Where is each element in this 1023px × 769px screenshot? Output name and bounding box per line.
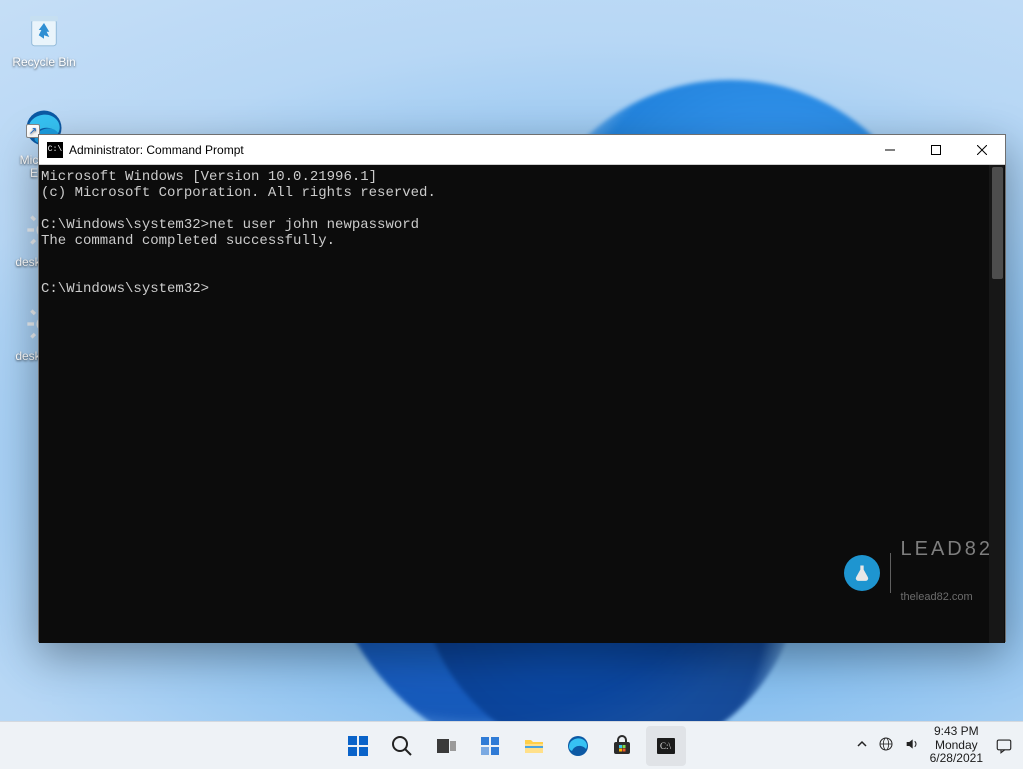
cmd-taskbar-button[interactable]: C:\ <box>646 726 686 766</box>
minimize-button[interactable] <box>867 135 913 164</box>
desktop-icon-recycle-bin[interactable]: Recycle Bin <box>6 6 82 69</box>
terminal-line: The command completed successfully. <box>41 233 335 249</box>
widgets-icon <box>478 734 502 758</box>
terminal-line: C:\Windows\system32> <box>41 281 209 297</box>
clock-date: 6/28/2021 <box>930 752 983 766</box>
clock-time: 9:43 PM <box>930 725 983 739</box>
watermark-site: thelead82.com <box>901 589 994 605</box>
terminal-line: C:\Windows\system32>net user john newpas… <box>41 217 419 233</box>
task-view-icon <box>434 734 458 758</box>
widgets-button[interactable] <box>470 726 510 766</box>
taskbar-center: C:\ <box>338 722 686 769</box>
store-button[interactable] <box>602 726 642 766</box>
close-button[interactable] <box>959 135 1005 164</box>
cmd-icon: C:\ <box>47 142 63 158</box>
recycle-bin-icon <box>20 6 68 54</box>
search-icon <box>390 734 414 758</box>
desktop-icon-label: Recycle Bin <box>6 56 82 69</box>
folder-icon <box>522 734 546 758</box>
search-button[interactable] <box>382 726 422 766</box>
watermark-brand: LEAD82 <box>901 541 994 557</box>
scrollbar-thumb[interactable] <box>992 167 1003 279</box>
edge-taskbar-button[interactable] <box>558 726 598 766</box>
file-explorer-button[interactable] <box>514 726 554 766</box>
start-button[interactable] <box>338 726 378 766</box>
terminal-body[interactable]: Microsoft Windows [Version 10.0.21996.1]… <box>39 165 1005 643</box>
globe-icon <box>878 736 894 752</box>
window-titlebar[interactable]: C:\ Administrator: Command Prompt <box>39 135 1005 165</box>
flask-icon <box>844 555 880 591</box>
chevron-up-icon <box>856 738 868 750</box>
network-button[interactable] <box>878 736 894 755</box>
taskbar: C:\ 9:43 PM Monday 6/28/2021 <box>0 721 1023 769</box>
terminal-line: Microsoft Windows [Version 10.0.21996.1] <box>41 169 377 185</box>
taskbar-clock[interactable]: 9:43 PM Monday 6/28/2021 <box>930 725 983 766</box>
terminal-line: (c) Microsoft Corporation. All rights re… <box>41 185 436 201</box>
watermark: LEAD82 thelead82.com <box>844 509 994 637</box>
volume-button[interactable] <box>904 736 920 755</box>
terminal-icon: C:\ <box>654 734 678 758</box>
desktop: Recycle Bin ↗ Microsoft Edge desktop.ini <box>0 0 1023 769</box>
chat-icon <box>995 737 1013 755</box>
speaker-icon <box>904 736 920 752</box>
maximize-button[interactable] <box>913 135 959 164</box>
system-tray: 9:43 PM Monday 6/28/2021 <box>856 722 1015 769</box>
clock-day: Monday <box>930 739 983 753</box>
store-icon <box>610 734 634 758</box>
window-title: Administrator: Command Prompt <box>69 143 867 157</box>
task-view-button[interactable] <box>426 726 466 766</box>
svg-text:C:\: C:\ <box>660 741 672 751</box>
command-prompt-window[interactable]: C:\ Administrator: Command Prompt Micros… <box>38 134 1006 642</box>
tray-overflow-button[interactable] <box>856 738 868 753</box>
notifications-button[interactable] <box>993 735 1015 757</box>
edge-icon <box>566 734 590 758</box>
